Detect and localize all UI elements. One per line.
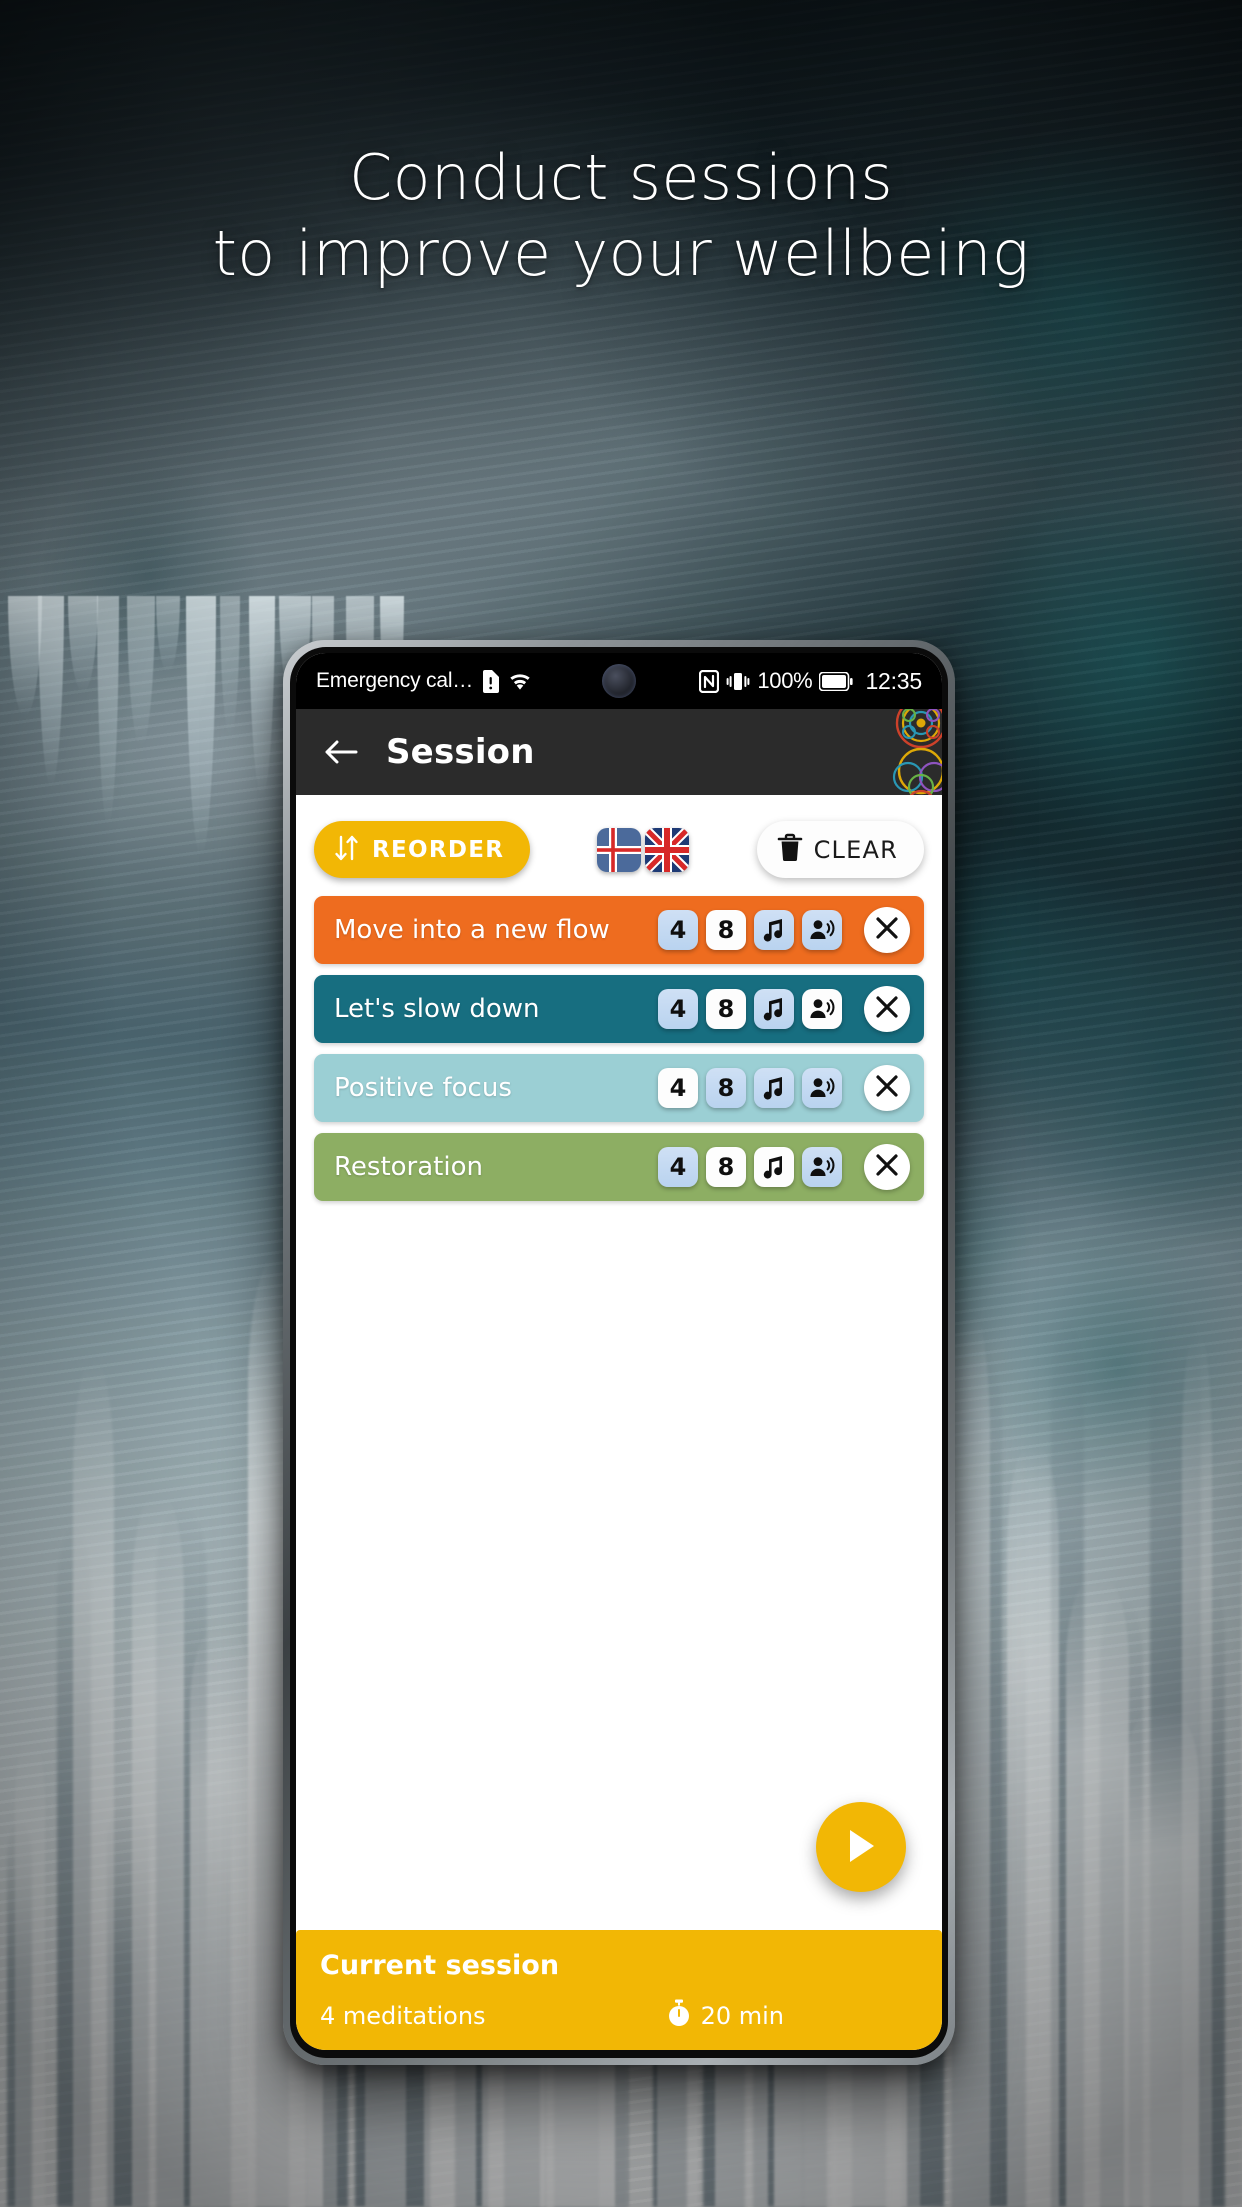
- badge-8[interactable]: 8: [706, 1068, 746, 1108]
- badge-label: 4: [669, 1153, 687, 1181]
- current-session-title: Current session: [320, 1950, 560, 1981]
- meditation-title: Positive focus: [334, 1073, 512, 1103]
- promo-headline: Conduct sessions to improve your wellbei…: [0, 140, 1242, 292]
- phone-body: Emergency cal… 100% 12:35 Session REORDE…: [290, 647, 948, 2058]
- flag-iceland[interactable]: [597, 827, 642, 872]
- badge-8[interactable]: 8: [706, 910, 746, 950]
- meditation-row[interactable]: Let's slow down 4 8: [314, 975, 924, 1043]
- phone-screen: Emergency cal… 100% 12:35 Session REORDE…: [296, 653, 942, 2050]
- badge-music[interactable]: [754, 1147, 794, 1187]
- badge-voice[interactable]: [802, 910, 842, 950]
- meditation-count: 4 meditations: [320, 2001, 486, 2030]
- play-session-button[interactable]: [816, 1802, 906, 1892]
- badge-label: 4: [669, 995, 687, 1023]
- status-bar-left: Emergency cal…: [316, 669, 532, 693]
- camera-punch-hole: [602, 664, 636, 698]
- clear-button[interactable]: CLEAR: [756, 821, 924, 878]
- meditation-title: Restoration: [334, 1152, 483, 1182]
- mandala-logo-icon[interactable]: [884, 709, 942, 795]
- app-bar: Session: [296, 709, 942, 795]
- session-toolbar: REORDER CLEAR: [296, 795, 942, 888]
- vibrate-icon: [726, 670, 750, 693]
- badge-4[interactable]: 4: [658, 910, 698, 950]
- sim-alert-icon: [482, 669, 500, 693]
- battery-percent-label: 100%: [757, 668, 813, 693]
- meditation-badges: 48: [658, 989, 842, 1029]
- meditation-badges: 48: [658, 1068, 842, 1108]
- reorder-label: REORDER: [372, 836, 505, 863]
- badge-label: 8: [717, 1074, 735, 1102]
- badge-label: 8: [717, 916, 735, 944]
- badge-4[interactable]: 4: [658, 989, 698, 1029]
- badge-label: 8: [717, 995, 735, 1023]
- badge-8[interactable]: 8: [706, 989, 746, 1029]
- play-icon: [844, 1827, 878, 1868]
- close-icon: [874, 1073, 900, 1104]
- badge-4[interactable]: 4: [658, 1068, 698, 1108]
- carrier-label: Emergency cal…: [316, 669, 474, 692]
- status-bar-right: 100% 12:35: [699, 668, 922, 695]
- remove-meditation-button[interactable]: [864, 907, 910, 953]
- language-flags: [597, 827, 690, 872]
- wifi-icon: [508, 671, 532, 691]
- stopwatch-icon: [666, 1999, 692, 2032]
- meditation-row[interactable]: Positive focus 4 8: [314, 1054, 924, 1122]
- current-session-bar[interactable]: Current session 4 meditations 20 min: [296, 1930, 942, 2050]
- close-icon: [874, 994, 900, 1025]
- session-content: REORDER CLEAR Move into a new flow 4 8 L…: [296, 795, 942, 1930]
- page-title: Session: [386, 732, 535, 772]
- badge-label: 8: [717, 1153, 735, 1181]
- meditation-badges: 48: [658, 910, 842, 950]
- badge-music[interactable]: [754, 910, 794, 950]
- meditation-badges: 48: [658, 1147, 842, 1187]
- badge-8[interactable]: 8: [706, 1147, 746, 1187]
- current-session-meta: 4 meditations 20 min: [320, 1999, 918, 2032]
- status-clock: 12:35: [865, 667, 922, 694]
- meditation-row[interactable]: Move into a new flow 4 8: [314, 896, 924, 964]
- badge-label: 4: [669, 916, 687, 944]
- badge-music[interactable]: [754, 989, 794, 1029]
- badge-voice[interactable]: [802, 1068, 842, 1108]
- meditation-title: Let's slow down: [334, 994, 540, 1024]
- back-arrow-icon[interactable]: [318, 729, 364, 775]
- badge-music[interactable]: [754, 1068, 794, 1108]
- meditation-title: Move into a new flow: [334, 915, 610, 945]
- nfc-icon: [699, 669, 720, 693]
- close-icon: [874, 915, 900, 946]
- flag-uk[interactable]: [645, 827, 690, 872]
- remove-meditation-button[interactable]: [864, 1144, 910, 1190]
- meditation-list: Move into a new flow 4 8 Let's slow down 4 8 P…: [296, 888, 942, 1201]
- clear-label: CLEAR: [813, 835, 898, 864]
- reorder-button[interactable]: REORDER: [314, 821, 531, 878]
- session-duration: 20 min: [666, 1999, 784, 2032]
- meditation-row[interactable]: Restoration 4 8: [314, 1133, 924, 1201]
- badge-label: 4: [669, 1074, 687, 1102]
- session-duration-label: 20 min: [700, 2001, 784, 2030]
- headline-line-1: Conduct sessions: [349, 141, 893, 214]
- sort-arrows-icon: [334, 834, 360, 865]
- badge-4[interactable]: 4: [658, 1147, 698, 1187]
- badge-voice[interactable]: [802, 989, 842, 1029]
- remove-meditation-button[interactable]: [864, 986, 910, 1032]
- close-icon: [874, 1152, 900, 1183]
- badge-voice[interactable]: [802, 1147, 842, 1187]
- headline-line-2: to improve your wellbeing: [212, 217, 1030, 290]
- battery-full-icon: [819, 671, 854, 691]
- trash-icon: [777, 833, 803, 866]
- remove-meditation-button[interactable]: [864, 1065, 910, 1111]
- status-bar: Emergency cal… 100% 12:35: [296, 653, 942, 709]
- phone-mockup: Emergency cal… 100% 12:35 Session REORDE…: [283, 640, 955, 2065]
